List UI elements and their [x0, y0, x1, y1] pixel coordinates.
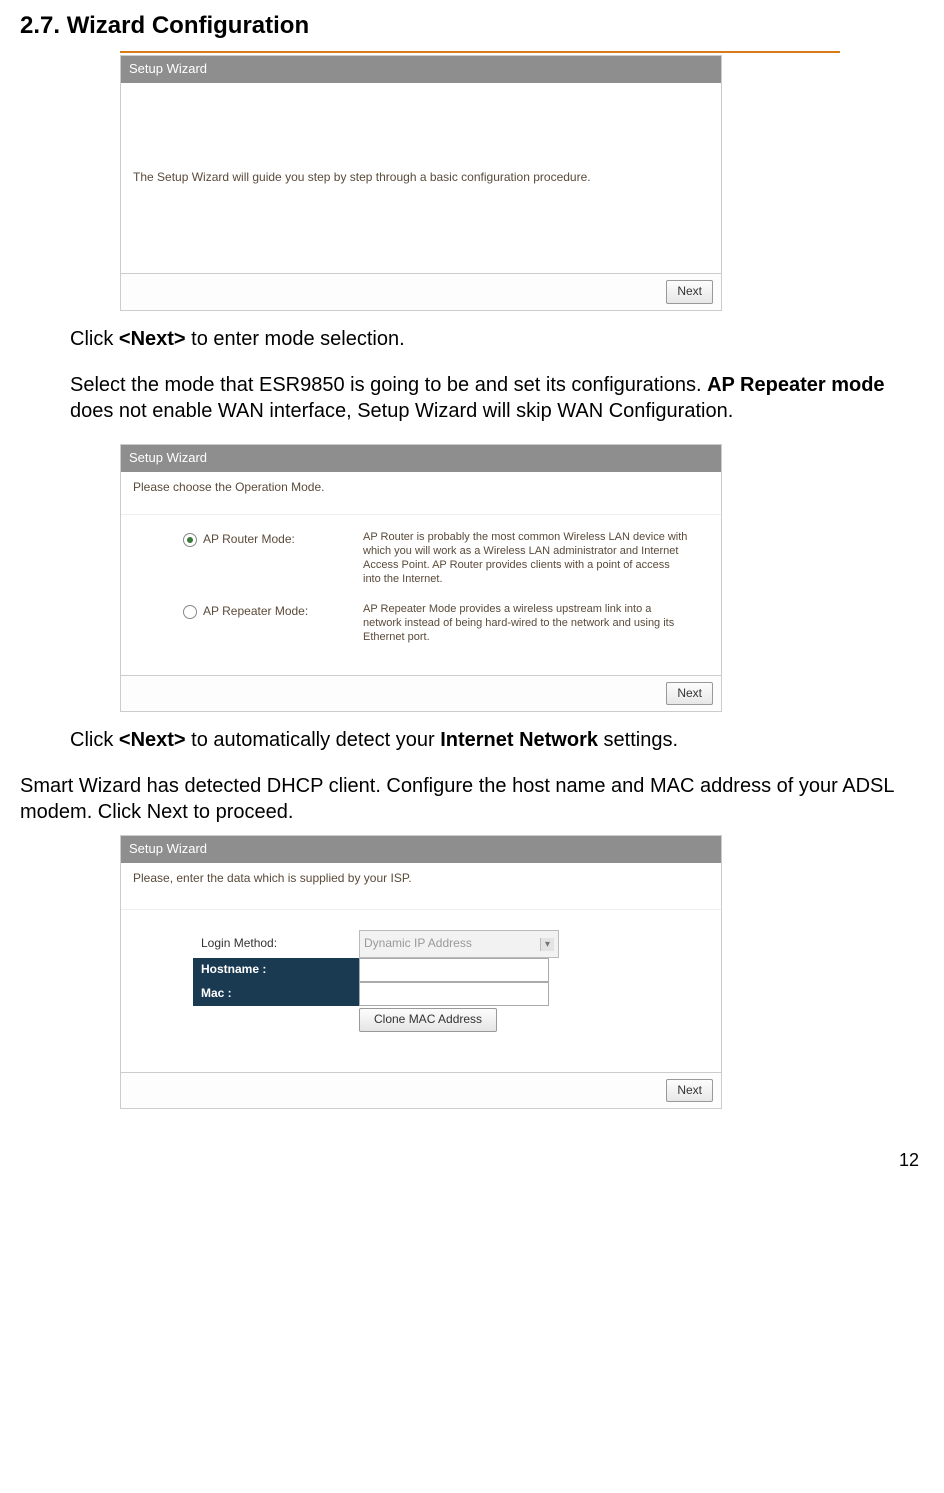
mode-label: AP Repeater Mode:	[203, 604, 308, 620]
wizard-form: Login Method: Dynamic IP Address ▾ Hostn…	[121, 909, 721, 1072]
instruction-2: Select the mode that ESR9850 is going to…	[70, 372, 924, 424]
wizard-intro-text: The Setup Wizard will guide you step by …	[133, 170, 591, 186]
setup-wizard-step1: Setup Wizard The Setup Wizard will guide…	[120, 55, 722, 310]
hostname-input[interactable]	[359, 958, 549, 982]
setup-wizard-step2: Setup Wizard Please choose the Operation…	[120, 444, 722, 713]
wizard-footer: Next	[121, 1072, 721, 1109]
mac-label: Mac :	[193, 982, 359, 1006]
wizard-title: Setup Wizard	[121, 445, 721, 472]
divider	[120, 51, 840, 53]
radio-ap-router[interactable]	[183, 533, 197, 547]
section-heading: 2.7. Wizard Configuration	[20, 10, 924, 41]
row-hostname: Hostname :	[193, 958, 709, 982]
hostname-label: Hostname :	[193, 958, 359, 982]
instruction-1: Click <Next> to enter mode selection.	[70, 326, 924, 352]
setup-wizard-step3: Setup Wizard Please, enter the data whic…	[120, 835, 722, 1109]
next-button[interactable]: Next	[666, 682, 713, 706]
wizard-footer: Next	[121, 675, 721, 712]
wizard-footer: Next	[121, 273, 721, 310]
clone-mac-button[interactable]: Clone MAC Address	[359, 1008, 497, 1032]
wizard-prompt: Please choose the Operation Mode.	[121, 472, 721, 514]
mode-description: AP Router is probably the most common Wi…	[363, 530, 709, 587]
next-button[interactable]: Next	[666, 280, 713, 304]
wizard-mode-list: AP Router Mode: AP Router is probably th…	[121, 514, 721, 675]
chevron-down-icon: ▾	[540, 938, 554, 951]
wizard-title: Setup Wizard	[121, 56, 721, 83]
login-method-label: Login Method:	[193, 932, 359, 956]
row-mac: Mac :	[193, 982, 709, 1006]
wizard-prompt: Please, enter the data which is supplied…	[121, 863, 721, 909]
row-clone: Clone MAC Address	[193, 1006, 709, 1032]
wizard-body: The Setup Wizard will guide you step by …	[121, 83, 721, 273]
page-number: 12	[20, 1149, 924, 1172]
instruction-4: Smart Wizard has detected DHCP client. C…	[20, 773, 924, 825]
radio-ap-repeater[interactable]	[183, 605, 197, 619]
row-login-method: Login Method: Dynamic IP Address ▾	[193, 930, 709, 958]
mode-label: AP Router Mode:	[203, 532, 295, 548]
next-button[interactable]: Next	[666, 1079, 713, 1103]
login-method-select[interactable]: Dynamic IP Address ▾	[359, 930, 559, 958]
mode-description: AP Repeater Mode provides a wireless ups…	[363, 602, 709, 645]
wizard-title: Setup Wizard	[121, 836, 721, 863]
mode-row-ap-router: AP Router Mode: AP Router is probably th…	[183, 530, 709, 587]
instruction-3: Click <Next> to automatically detect you…	[70, 727, 924, 753]
mac-input[interactable]	[359, 982, 549, 1006]
mode-row-ap-repeater: AP Repeater Mode: AP Repeater Mode provi…	[183, 602, 709, 645]
